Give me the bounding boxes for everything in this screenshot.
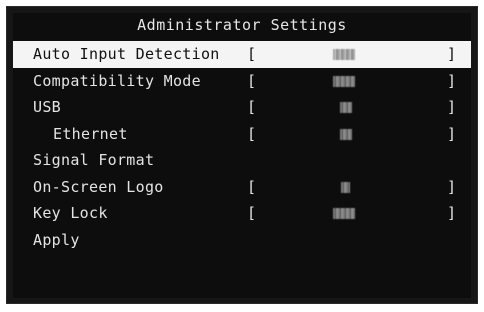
- menu-item-label: On-Screen Logo: [33, 177, 164, 196]
- value-bracket-open: [: [247, 204, 257, 222]
- menu-item-label: Ethernet: [53, 124, 128, 143]
- setting-value-indicator: [333, 208, 355, 219]
- value-bracket-close: ]: [447, 98, 457, 116]
- value-bracket-close: ]: [447, 45, 457, 63]
- menu-item-label: Key Lock: [33, 204, 108, 222]
- menu-item-label: Auto Input Detection: [33, 45, 220, 63]
- value-bracket-open: [: [247, 45, 257, 63]
- menu-item-label: Compatibility Mode: [33, 71, 201, 90]
- value-bracket-open: [: [247, 71, 257, 90]
- setting-value-indicator: [340, 102, 352, 113]
- value-bracket-open: [: [247, 98, 257, 116]
- menu-item-compatibility-mode[interactable]: Compatibility Mode [ ]: [13, 68, 471, 95]
- value-bracket-open: [: [247, 124, 257, 143]
- menu-item-label: Apply: [33, 230, 80, 249]
- menu-item-label: USB: [33, 98, 61, 116]
- menu-item-signal-format[interactable]: Signal Format: [13, 147, 471, 174]
- setting-value-indicator: [333, 49, 355, 60]
- setting-value-indicator: [341, 181, 350, 193]
- value-bracket-close: ]: [447, 124, 457, 143]
- menu-item-usb[interactable]: USB [ ]: [13, 94, 471, 121]
- menu-item-apply[interactable]: Apply: [13, 227, 471, 254]
- value-bracket-open: [: [247, 177, 257, 196]
- settings-menu: Auto Input Detection [ ] Compatibility M…: [13, 41, 471, 253]
- setting-value-indicator: [340, 128, 352, 140]
- menu-item-auto-input-detection[interactable]: Auto Input Detection [ ]: [13, 41, 471, 68]
- menu-item-on-screen-logo[interactable]: On-Screen Logo [ ]: [13, 174, 471, 201]
- setting-value-indicator: [333, 75, 355, 87]
- osd-menu-panel: Administrator Settings Auto Input Detect…: [13, 13, 471, 298]
- osd-frame: Administrator Settings Auto Input Detect…: [6, 6, 478, 304]
- value-bracket-close: ]: [447, 177, 457, 196]
- menu-item-key-lock[interactable]: Key Lock [ ]: [13, 200, 471, 227]
- menu-title: Administrator Settings: [137, 16, 347, 34]
- menu-item-label: Signal Format: [33, 151, 155, 169]
- value-bracket-close: ]: [447, 204, 457, 222]
- menu-item-ethernet[interactable]: Ethernet [ ]: [13, 121, 471, 148]
- value-bracket-close: ]: [447, 71, 457, 90]
